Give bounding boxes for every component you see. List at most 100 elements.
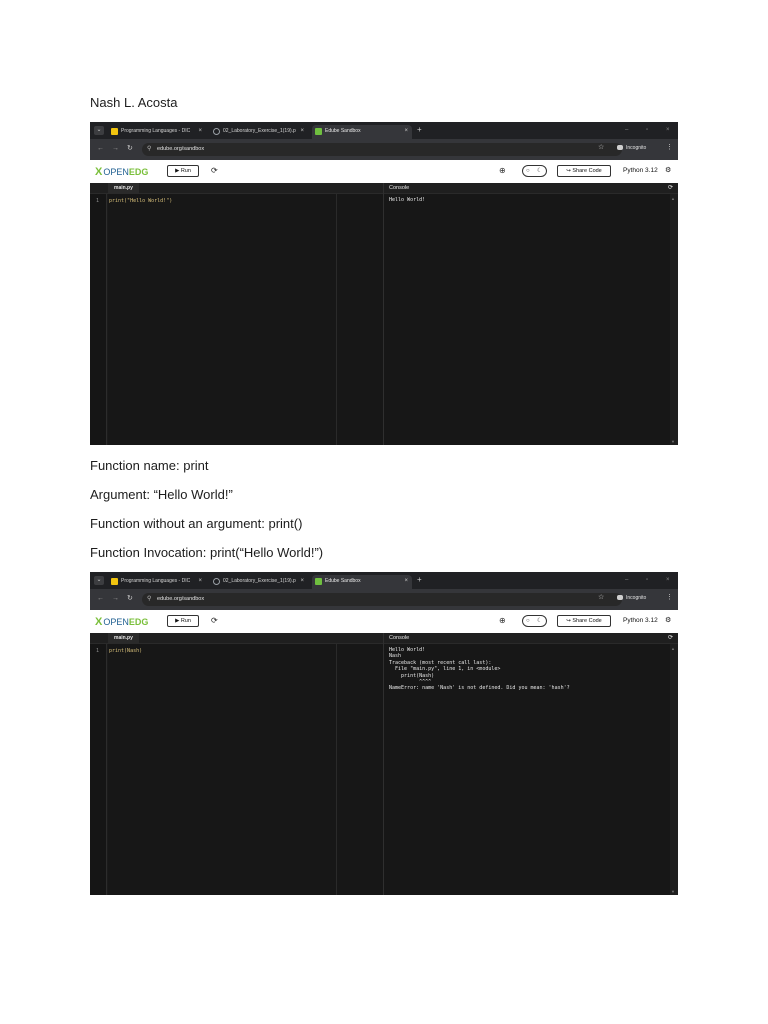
- scroll-down-icon[interactable]: ▼: [671, 889, 675, 894]
- tab-search-icon[interactable]: ⌄: [94, 576, 104, 585]
- browser-tab-programming-languages[interactable]: Programming Languages - DIC ×: [108, 575, 206, 589]
- tab-favicon-icon: [315, 578, 322, 585]
- console-scrollbar[interactable]: ▲ ▼: [670, 194, 678, 445]
- new-tab-button[interactable]: +: [417, 125, 422, 135]
- sun-icon: ○: [526, 168, 530, 174]
- console-output: Hello World! Nash Traceback (most recent…: [389, 647, 570, 692]
- code-line: print("Hello World!"): [109, 198, 173, 204]
- incognito-indicator[interactable]: Incognito: [617, 143, 646, 153]
- language-globe-icon[interactable]: ⊕: [499, 165, 506, 177]
- sun-icon: ○: [526, 618, 530, 624]
- browser-menu-icon[interactable]: ⋮: [666, 593, 673, 603]
- line-number: 1: [96, 198, 100, 204]
- scroll-up-icon[interactable]: ▲: [671, 646, 675, 651]
- browser-address-bar: ← → ↻ ⚲ edube.org/sandbox ☆ Incognito ⋮: [90, 589, 678, 610]
- site-info-icon[interactable]: ⚲: [147, 595, 151, 604]
- browser-tab-bar: ⌄ Programming Languages - DIC × 02_Labor…: [90, 572, 678, 589]
- site-info-icon[interactable]: ⚲: [147, 145, 151, 154]
- tab-close-icon[interactable]: ×: [198, 575, 202, 588]
- browser-tab-edube-sandbox[interactable]: Edube Sandbox ×: [312, 125, 412, 139]
- browser-tab-bar: ⌄ Programming Languages - DIC × 02_Labor…: [90, 122, 678, 139]
- moon-icon: ☾: [537, 618, 543, 624]
- function-invocation-line: Function Invocation: print(“Hello World!…: [90, 545, 324, 560]
- browser-tab-laboratory-exercise[interactable]: 02_Laboratory_Exercise_1(19).p ×: [210, 125, 308, 139]
- minimize-icon[interactable]: –: [625, 575, 628, 585]
- bookmark-star-icon[interactable]: ☆: [598, 143, 604, 153]
- sandbox-screenshot-1: ⌄ Programming Languages - DIC × 02_Labor…: [90, 122, 678, 445]
- sandbox-toolbar: XOPENEDG ▶ Run ⟳ ⊕ ○ ☾ ↪ Share Code Pyth…: [90, 160, 678, 183]
- gear-icon[interactable]: ⚙: [665, 165, 671, 177]
- reset-icon[interactable]: ⟳: [211, 615, 218, 627]
- reload-icon[interactable]: ↻: [127, 594, 133, 604]
- forward-icon[interactable]: →: [112, 594, 119, 604]
- theme-toggle[interactable]: ○ ☾: [522, 165, 547, 177]
- console-output-area: Hello World!: [384, 194, 670, 445]
- language-globe-icon[interactable]: ⊕: [499, 615, 506, 627]
- restore-icon[interactable]: ▫: [646, 575, 648, 585]
- reload-icon[interactable]: ↻: [127, 144, 133, 154]
- browser-menu-icon[interactable]: ⋮: [666, 143, 673, 153]
- tab-favicon-icon: [315, 128, 322, 135]
- tab-favicon-icon: [213, 578, 220, 585]
- browser-address-bar: ← → ↻ ⚲ edube.org/sandbox ☆ Incognito ⋮: [90, 139, 678, 160]
- author-name: Nash L. Acosta: [90, 95, 178, 110]
- function-without-argument-line: Function without an argument: print(): [90, 516, 303, 531]
- theme-toggle[interactable]: ○ ☾: [522, 615, 547, 627]
- moon-icon: ☾: [537, 168, 543, 174]
- scroll-down-icon[interactable]: ▼: [671, 439, 675, 444]
- openedg-logo: XOPENEDG: [95, 616, 149, 628]
- restore-icon[interactable]: ▫: [646, 125, 648, 135]
- function-name-line: Function name: print: [90, 458, 209, 473]
- editor-header: main.py: [90, 183, 383, 194]
- close-window-icon[interactable]: ×: [666, 575, 670, 585]
- share-code-button[interactable]: ↪ Share Code: [557, 165, 611, 177]
- tab-close-icon[interactable]: ×: [300, 575, 304, 588]
- tab-close-icon[interactable]: ×: [404, 575, 408, 588]
- tab-search-icon[interactable]: ⌄: [94, 126, 104, 135]
- run-button[interactable]: ▶ Run: [167, 165, 199, 177]
- gear-icon[interactable]: ⚙: [665, 615, 671, 627]
- python-version-label: Python 3.12: [623, 167, 658, 174]
- browser-tab-programming-languages[interactable]: Programming Languages - DIC ×: [108, 125, 206, 139]
- console-output: Hello World!: [389, 197, 426, 203]
- file-tab-main-py[interactable]: main.py: [108, 633, 139, 644]
- console-clear-icon[interactable]: ⟳: [668, 633, 673, 644]
- line-gutter: 1: [90, 644, 107, 895]
- tab-close-icon[interactable]: ×: [300, 125, 304, 138]
- url-input[interactable]: ⚲ edube.org/sandbox: [142, 593, 622, 606]
- code-editor[interactable]: print(Nash): [108, 644, 383, 895]
- sandbox-screenshot-2: ⌄ Programming Languages - DIC × 02_Labor…: [90, 572, 678, 895]
- back-icon[interactable]: ←: [97, 594, 104, 604]
- code-editor[interactable]: print("Hello World!"): [108, 194, 383, 445]
- console-clear-icon[interactable]: ⟳: [668, 183, 673, 194]
- share-code-button[interactable]: ↪ Share Code: [557, 615, 611, 627]
- console-scrollbar[interactable]: ▲ ▼: [670, 644, 678, 895]
- console-header: Console ⟳: [384, 633, 678, 644]
- console-header: Console ⟳: [384, 183, 678, 194]
- incognito-indicator[interactable]: Incognito: [617, 593, 646, 603]
- sandbox-toolbar: XOPENEDG ▶ Run ⟳ ⊕ ○ ☾ ↪ Share Code Pyth…: [90, 610, 678, 633]
- browser-tab-edube-sandbox[interactable]: Edube Sandbox ×: [312, 575, 412, 589]
- forward-icon[interactable]: →: [112, 144, 119, 154]
- file-tab-main-py[interactable]: main.py: [108, 183, 139, 194]
- bookmark-star-icon[interactable]: ☆: [598, 593, 604, 603]
- tab-close-icon[interactable]: ×: [198, 125, 202, 138]
- incognito-icon: [617, 595, 623, 601]
- reset-icon[interactable]: ⟳: [211, 165, 218, 177]
- browser-tab-laboratory-exercise[interactable]: 02_Laboratory_Exercise_1(19).p ×: [210, 575, 308, 589]
- url-input[interactable]: ⚲ edube.org/sandbox: [142, 143, 622, 156]
- scroll-up-icon[interactable]: ▲: [671, 196, 675, 201]
- run-button[interactable]: ▶ Run: [167, 615, 199, 627]
- console-title: Console: [389, 185, 410, 191]
- new-tab-button[interactable]: +: [417, 575, 422, 585]
- console-output-area: Hello World! Nash Traceback (most recent…: [384, 644, 670, 895]
- back-icon[interactable]: ←: [97, 144, 104, 154]
- code-line: print(Nash): [109, 648, 143, 654]
- openedg-logo: XOPENEDG: [95, 166, 149, 178]
- line-gutter: 1: [90, 194, 107, 445]
- tab-close-icon[interactable]: ×: [404, 125, 408, 138]
- line-number: 1: [96, 648, 100, 654]
- minimize-icon[interactable]: –: [625, 125, 628, 135]
- close-window-icon[interactable]: ×: [666, 125, 670, 135]
- editor-margin-rule: [336, 644, 337, 895]
